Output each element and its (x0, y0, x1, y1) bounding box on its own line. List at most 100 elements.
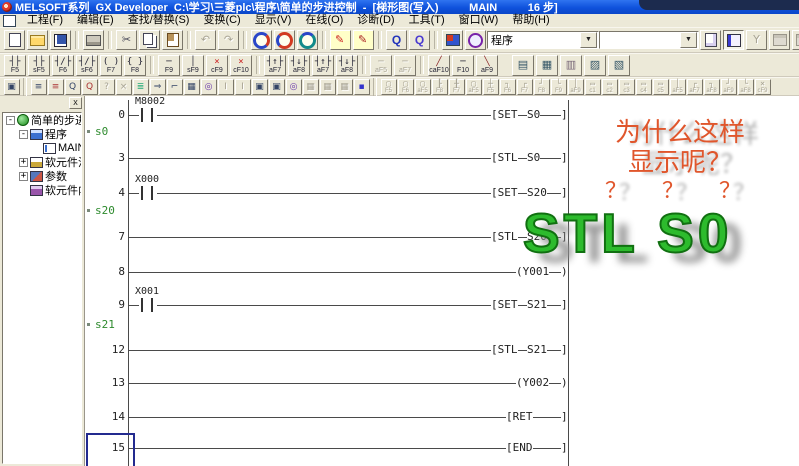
write-mode-button[interactable] (330, 30, 351, 50)
line-erase-button[interactable]: ╲aF9 (476, 55, 498, 76)
menu-item-6[interactable]: 在线(O) (298, 14, 350, 27)
blue-window-button[interactable]: ▪ (354, 79, 370, 95)
menu-item-9[interactable]: 窗口(W) (452, 14, 506, 27)
closed-contact-button[interactable]: ┤/├F6 (52, 55, 74, 76)
menu-item-5[interactable]: 显示(V) (248, 14, 299, 27)
entry-monitor-button[interactable]: ▦ (536, 55, 558, 76)
application-instruction-fkey-label: F8 (131, 67, 139, 74)
menu-item-1[interactable]: 工程(F) (20, 14, 70, 27)
online-read-button[interactable]: ◎ (201, 79, 217, 95)
delete-hline-button[interactable]: ×cF9 (206, 55, 228, 76)
ladder-mode-button[interactable] (251, 30, 272, 50)
sfc-jump-fkey-label: F8 (436, 88, 443, 94)
convert-run-button[interactable]: ⇒ (150, 79, 166, 95)
comment-grid-button[interactable]: ▦ (184, 79, 200, 95)
tree-expander-icon[interactable]: + (19, 172, 28, 181)
menu-item-10[interactable]: 帮助(H) (505, 14, 556, 27)
device-combo[interactable]: ▼ (599, 31, 699, 49)
ladder-editor[interactable]: 为什么这样 显示呢？ ？ ？ ？ STL S0 0M8002[SETS0]3[S… (85, 96, 799, 466)
close-icon[interactable]: x (69, 97, 82, 109)
find-device-button[interactable]: Q (65, 79, 81, 95)
tree-item-comment[interactable]: +软元件注释 (3, 155, 81, 169)
open-branch-button[interactable]: ┤├sF5 (28, 55, 50, 76)
open-contact-button[interactable]: ┤├F5 (4, 55, 26, 76)
horizontal-line-button[interactable]: ─F9 (158, 55, 180, 76)
print-button[interactable] (83, 30, 104, 50)
copy-button[interactable] (139, 30, 160, 50)
closed-branch-button[interactable]: ┤/├sF6 (76, 55, 98, 76)
sfc-column-5-icon: ▭ (658, 80, 663, 88)
tree-item-memory[interactable]: 软元件内存 (3, 183, 81, 197)
sampling-trace-button (769, 30, 790, 50)
vertical-line-button[interactable]: │sF9 (182, 55, 204, 76)
delete-vline-button[interactable]: ×cF10 (230, 55, 252, 76)
grid-option-3-button: ▦ (337, 79, 353, 95)
project-data-list-button[interactable] (465, 30, 486, 50)
instruction-opcode: [SET (491, 299, 518, 311)
application-instruction-button[interactable]: { }F8 (124, 55, 146, 76)
tree-item-project[interactable]: -简单的步进控制 (3, 113, 81, 127)
window-split-button[interactable] (442, 30, 463, 50)
chevron-down-icon[interactable]: ▼ (680, 32, 697, 48)
paste-button[interactable] (162, 30, 183, 50)
ladder-edit-button[interactable]: ⌐ (167, 79, 183, 95)
sfc-step-button: ▢F5 (381, 79, 397, 95)
open-button[interactable] (27, 30, 48, 50)
instruction-opcode: [STL (491, 344, 518, 356)
tree-item-program[interactable]: -程序 (3, 127, 81, 141)
comment-display-button[interactable] (297, 30, 318, 50)
comment-edit-button[interactable] (700, 30, 721, 50)
sfc-column-5-button: ▭c5 (653, 79, 669, 95)
zoom-in-button[interactable] (386, 30, 407, 50)
menu-item-2[interactable]: 编辑(E) (70, 14, 121, 27)
rising-branch-fkey-label: aF7 (317, 67, 329, 74)
tree-item-param[interactable]: +参数 (3, 169, 81, 183)
rising-branch-button[interactable]: ┤↑├aF7 (312, 55, 334, 76)
project-tree-toggle-button[interactable] (723, 30, 744, 50)
tree-item-ladder[interactable]: MAIN (3, 141, 81, 155)
monitor-window-button[interactable]: ◎ (286, 79, 302, 95)
new-window-button[interactable]: ▣ (269, 79, 285, 95)
find-instruction-button[interactable]: Q (82, 79, 98, 95)
buffer-memory-icon: ▧ (614, 59, 624, 71)
sfc-column-2-fkey-label: c2 (606, 88, 612, 94)
interline-button[interactable]: ╱caF10 (428, 55, 450, 76)
mdi-document-icon[interactable] (3, 15, 16, 27)
sampling-trace-icon (773, 34, 787, 46)
line-draw-button[interactable]: ─F10 (452, 55, 474, 76)
program-type-combo[interactable]: 程序▼ (487, 31, 599, 49)
tree-expander-icon[interactable]: - (19, 130, 28, 139)
falling-branch-button[interactable]: ┤↓├aF8 (336, 55, 358, 76)
instruction-list-button[interactable]: ≡ (31, 79, 47, 95)
menu-item-8[interactable]: 工具(T) (402, 14, 452, 27)
ladder-monitor-button[interactable]: ▤ (512, 55, 534, 76)
menu-item-3[interactable]: 查找/替换(S) (121, 14, 197, 27)
new-button[interactable] (4, 30, 25, 50)
insert-row-icon: I (224, 82, 227, 92)
copy-window-button[interactable]: ▣ (252, 79, 268, 95)
tree-expander-icon[interactable]: + (19, 158, 28, 167)
monitor-mode-button[interactable] (274, 30, 295, 50)
insert-row-button: I (218, 79, 234, 95)
statement-list-button[interactable]: ≡ (48, 79, 64, 95)
rising-pulse-button[interactable]: ┤↑├aF7 (264, 55, 286, 76)
convert-button[interactable]: ≣ (133, 79, 149, 95)
tree-expander-icon[interactable]: - (6, 116, 15, 125)
annotation-line-1: 为什么这样 (525, 118, 799, 148)
coil-button[interactable]: ( )F7 (100, 55, 122, 76)
menu-item-4[interactable]: 变换(C) (196, 14, 247, 27)
device-batch-button[interactable]: ▨ (584, 55, 606, 76)
edit-cursor[interactable] (86, 433, 135, 466)
step-number: 3 (85, 152, 125, 164)
cascade-windows-button[interactable]: ▣ (4, 79, 20, 95)
read-mode-button[interactable] (353, 30, 374, 50)
save-button[interactable] (50, 30, 71, 50)
zoom-out-button[interactable] (409, 30, 430, 50)
cut-button[interactable]: ✂ (116, 30, 137, 50)
falling-pulse-button[interactable]: ┤↓├aF8 (288, 55, 310, 76)
buffer-memory-button[interactable]: ▧ (608, 55, 630, 76)
device-registration-button[interactable]: ▥ (560, 55, 582, 76)
sfc-end-icon: ╂ (454, 80, 459, 88)
menu-item-7[interactable]: 诊断(D) (350, 14, 401, 27)
chevron-down-icon[interactable]: ▼ (580, 32, 597, 48)
